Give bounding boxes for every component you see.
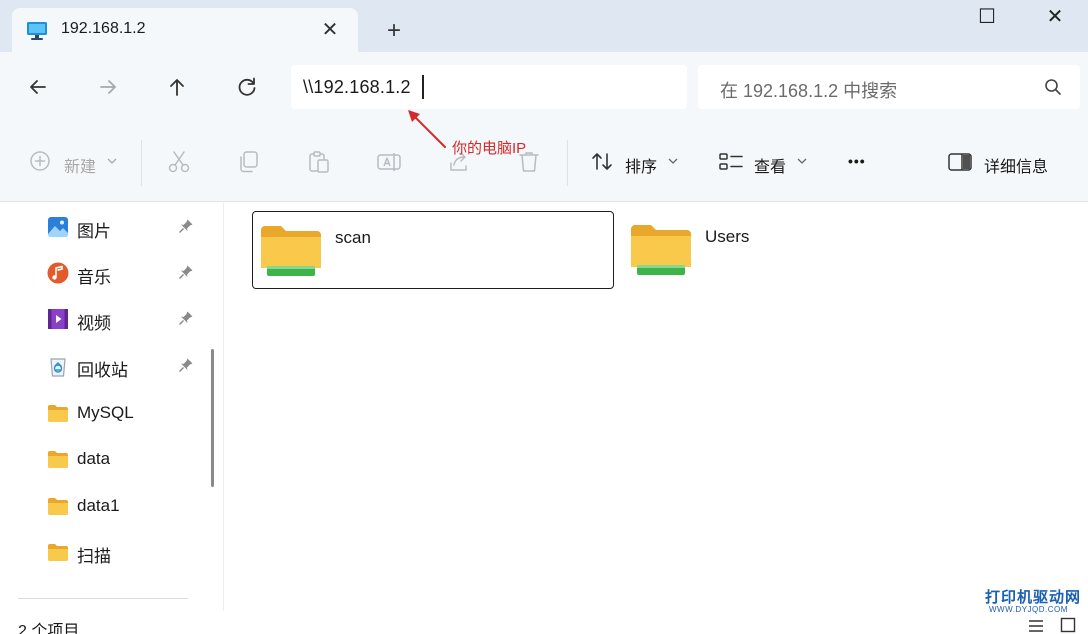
watermark-url: WWW.DYJQD.COM [989,605,1068,614]
file-list: scan Users [225,203,1088,611]
sort-icon [592,153,612,170]
pin-icon[interactable] [178,218,194,234]
sidebar-item-label: 扫描 [77,547,111,566]
search-icon[interactable] [1044,78,1062,96]
sidebar-scrollbar[interactable] [211,349,214,487]
paste-icon[interactable] [306,149,332,175]
tiles-view-icon[interactable] [1060,617,1076,633]
view-icon [719,153,743,170]
chevron-down-icon [797,158,807,164]
navigation-pane: 图片 音乐 视频 回收站 MySQL data data1 扫描 [0,203,224,611]
view-label: 查看 [754,159,787,176]
address-bar[interactable]: \\192.168.1.2 [291,65,687,109]
details-pane-button[interactable]: 详细信息 [947,149,1057,177]
tab-close-button[interactable]: ✕ [318,18,342,42]
refresh-icon[interactable] [232,72,262,102]
forward-arrow-icon[interactable] [93,72,123,102]
video-icon [48,309,68,329]
network-share-folder-icon [631,225,691,275]
sidebar-item-data[interactable]: data [46,444,206,474]
sidebar-item-label: 回收站 [77,361,128,380]
recycle-bin-icon [50,358,66,377]
sidebar-item-recycle-bin[interactable]: 回收站 [46,351,206,381]
maximize-button[interactable]: ☐ [972,4,1002,30]
details-pane-icon [948,153,972,171]
folder-item-scan[interactable]: scan [252,211,614,289]
network-computer-icon [27,22,47,40]
sort-button[interactable]: 排序 [590,149,686,177]
folder-icon [48,405,68,422]
folder-icon [48,451,68,468]
sidebar-item-label: 音乐 [77,268,111,287]
sidebar-item-label: 视频 [77,314,111,333]
details-view-icon[interactable] [1028,619,1044,633]
chevron-down-icon [107,158,117,164]
search-placeholder: 在 192.168.1.2 中搜索 [720,81,898,101]
more-options-button[interactable]: ••• [848,153,866,169]
new-tab-button[interactable]: + [381,18,407,44]
new-label: 新建 [64,159,97,176]
command-toolbar: 新建 排序 查看 ••• 详细信息 [0,124,1088,202]
watermark-name: 打印机驱动网 [985,589,1082,606]
folder-item-users[interactable]: Users [623,211,985,289]
sidebar-item-label: data1 [77,496,120,515]
sort-label: 排序 [625,159,658,176]
sidebar-item-scan[interactable]: 扫描 [46,537,206,567]
music-icon [47,262,69,284]
network-share-folder-icon [261,226,321,276]
back-arrow-icon[interactable] [23,72,53,102]
sidebar-divider [18,598,188,599]
toolbar-separator [567,140,568,186]
sidebar-item-label: 图片 [77,222,111,241]
navigation-bar: \\192.168.1.2 在 192.168.1.2 中搜索 [0,52,1088,124]
item-count: 2 个项目 [18,623,80,634]
pictures-icon [48,217,68,237]
sidebar-item-music[interactable]: 音乐 [46,258,206,288]
pin-icon[interactable] [178,264,194,280]
details-label: 详细信息 [984,159,1049,176]
plus-circle-icon [30,151,50,171]
rename-icon[interactable] [376,149,402,175]
up-arrow-icon[interactable] [162,72,192,102]
pin-icon[interactable] [178,310,194,326]
status-bar: 2 个项目 [0,611,1088,634]
sidebar-item-label: data [77,449,111,468]
toolbar-separator [141,140,142,186]
tab-title: 192.168.1.2 [61,20,146,37]
sidebar-item-data1[interactable]: data1 [46,491,206,521]
close-window-button[interactable]: ✕ [1040,4,1070,30]
folder-name: scan [335,228,371,247]
sidebar-item-pictures[interactable]: 图片 [46,212,206,242]
title-bar: 192.168.1.2 ✕ + ☐ ✕ [0,0,1088,54]
tab-current[interactable]: 192.168.1.2 ✕ [12,8,358,54]
sidebar-item-label: MySQL [77,403,134,422]
sidebar-item-mysql[interactable]: MySQL [46,398,206,428]
new-button[interactable]: 新建 [28,149,124,177]
folder-icon [48,498,68,515]
pin-icon[interactable] [178,357,194,373]
cut-icon[interactable] [166,149,192,175]
search-input[interactable]: 在 192.168.1.2 中搜索 [698,65,1080,109]
folder-icon [48,544,68,561]
copy-icon[interactable] [236,149,262,175]
view-button[interactable]: 查看 [718,149,814,177]
annotation-label: 你的电脑IP [452,140,527,157]
text-caret [422,75,424,99]
sidebar-item-videos[interactable]: 视频 [46,304,206,334]
address-text: \\192.168.1.2 [303,77,411,97]
chevron-down-icon [668,158,678,164]
folder-name: Users [705,227,750,246]
annotation-arrow [408,110,446,148]
